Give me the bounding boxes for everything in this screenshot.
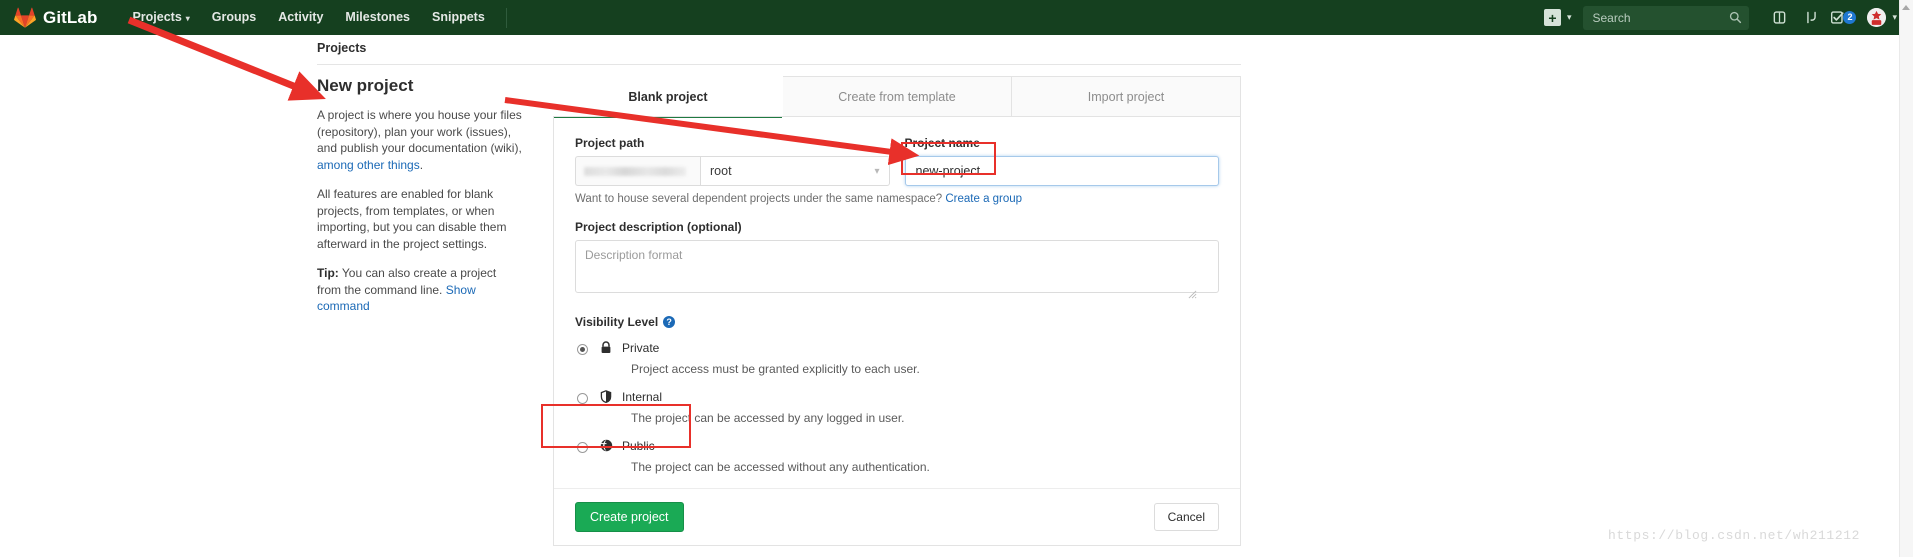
new-project-panel: Blank project Create from template Impor…: [553, 76, 1241, 546]
visibility-public-label: Public: [622, 439, 655, 453]
project-name-input[interactable]: [904, 156, 1219, 186]
new-project-intro-column: New project A project is where you house…: [317, 76, 522, 328]
new-project-form: Project path root ▾ Project name Want to…: [553, 117, 1241, 546]
nav-link-projects-label: Projects: [132, 10, 182, 24]
avatar[interactable]: [1867, 8, 1887, 27]
search-input[interactable]: [1583, 5, 1750, 30]
namespace-helper-static: Want to house several dependent projects…: [575, 193, 946, 205]
among-other-things-link[interactable]: among other things: [317, 158, 420, 172]
create-a-group-link[interactable]: Create a group: [945, 193, 1022, 205]
nav-link-milestones[interactable]: Milestones: [334, 0, 421, 35]
visibility-internal-label: Internal: [622, 390, 663, 404]
breadcrumb[interactable]: Projects: [317, 41, 366, 55]
todos-icon[interactable]: 2: [1830, 0, 1857, 35]
visibility-internal-description: The project can be accessed by any logge…: [631, 411, 905, 425]
radio-internal[interactable]: [577, 393, 588, 404]
project-name-field-group: Project name: [904, 136, 1219, 186]
shield-icon: [599, 390, 613, 408]
visibility-option-private[interactable]: Private: [575, 341, 1219, 359]
path-and-name-row: Project path root ▾ Project name: [575, 136, 1219, 186]
page-scrollbar[interactable]: [1899, 0, 1913, 557]
project-name-label: Project name: [904, 136, 980, 150]
visibility-level-header: Visibility Level ?: [575, 315, 1219, 329]
tab-import-project[interactable]: Import project: [1011, 76, 1241, 117]
intro-tip-paragraph: Tip: You can also create a project from …: [317, 265, 522, 315]
namespace-helper-text: Want to house several dependent projects…: [575, 193, 1219, 205]
tab-create-from-template[interactable]: Create from template: [782, 76, 1012, 117]
intro-paragraph-2: All features are enabled for blank proje…: [317, 187, 507, 251]
watermark: https://blog.csdn.net/wh211212: [1608, 528, 1861, 543]
cancel-button[interactable]: Cancel: [1153, 503, 1219, 531]
project-path-label: Project path: [575, 136, 645, 150]
gitlab-tanuki-icon[interactable]: [14, 7, 36, 29]
scroll-up-arrow-icon[interactable]: [1902, 5, 1910, 10]
navbar-right-group: + ▾ 2: [1543, 0, 1913, 35]
navbar-left-group: GitLab Projects ▾ Groups Activity Milesto…: [0, 0, 533, 35]
visibility-option-public[interactable]: Public: [575, 439, 1219, 457]
visibility-private-description: Project access must be granted explicitl…: [631, 362, 920, 376]
tabs-underline: [553, 116, 1241, 117]
wrench-icon[interactable]: [517, 10, 533, 25]
tip-label: Tip:: [317, 266, 339, 280]
todos-count-badge: 2: [1843, 11, 1857, 24]
avatar-chevron-down-icon[interactable]: ▾: [1892, 12, 1897, 23]
top-navbar: GitLab Projects ▾ Groups Activity Milesto…: [0, 0, 1913, 35]
chevron-down-icon: ▾: [185, 14, 190, 23]
intro-p1-text-b: .: [419, 157, 424, 172]
project-description-field-group: Project description (optional): [575, 220, 1219, 299]
lock-icon: [599, 341, 613, 359]
project-path-input-group: root ▾: [575, 156, 890, 186]
radio-private[interactable]: [577, 344, 588, 355]
redacted-host-text: [584, 166, 686, 176]
project-path-host-prefix: [575, 156, 700, 186]
visibility-private-label: Private: [622, 341, 660, 355]
project-description-textarea[interactable]: [575, 240, 1219, 293]
intro-paragraph-1: A project is where you house your files …: [317, 107, 522, 173]
page-title: New project: [317, 76, 414, 95]
visibility-level-group: Visibility Level ? Private Project acces…: [575, 315, 1219, 474]
project-path-field-group: Project path root ▾: [575, 136, 890, 186]
intro-p1-text-a: A project is where you house your files …: [317, 108, 522, 155]
namespace-select-value: root: [710, 164, 732, 178]
plus-chevron-down-icon[interactable]: ▾: [1567, 12, 1572, 23]
visibility-level-label: Visibility Level: [575, 315, 659, 329]
nav-link-activity[interactable]: Activity: [267, 0, 334, 35]
help-icon[interactable]: ?: [663, 316, 676, 328]
form-actions: Create project Cancel: [554, 488, 1240, 545]
visibility-public-description: The project can be accessed without any …: [631, 460, 930, 474]
create-project-button[interactable]: Create project: [575, 502, 684, 532]
tab-blank-project[interactable]: Blank project: [553, 76, 783, 118]
radio-public[interactable]: [577, 442, 588, 453]
project-description-label: Project description (optional): [575, 220, 742, 234]
new-item-plus-button[interactable]: +: [1543, 9, 1561, 26]
visibility-option-internal[interactable]: Internal: [575, 390, 1219, 408]
merge-requests-icon[interactable]: [1798, 0, 1824, 35]
nav-link-snippets[interactable]: Snippets: [421, 0, 496, 35]
search-icon: [1730, 11, 1742, 23]
gitlab-wordmark[interactable]: GitLab: [43, 8, 97, 28]
breadcrumb-divider: [317, 64, 1241, 65]
namespace-select[interactable]: root ▾: [700, 156, 890, 186]
globe-icon: [599, 439, 613, 457]
search-box[interactable]: [1583, 5, 1750, 30]
nav-link-projects[interactable]: Projects ▾: [121, 0, 200, 35]
navbar-divider: [505, 7, 507, 28]
chevron-down-icon: ▾: [874, 165, 880, 177]
nav-link-groups[interactable]: Groups: [201, 0, 267, 35]
issues-icon[interactable]: [1766, 0, 1792, 35]
project-type-tabs: Blank project Create from template Impor…: [553, 76, 1241, 118]
